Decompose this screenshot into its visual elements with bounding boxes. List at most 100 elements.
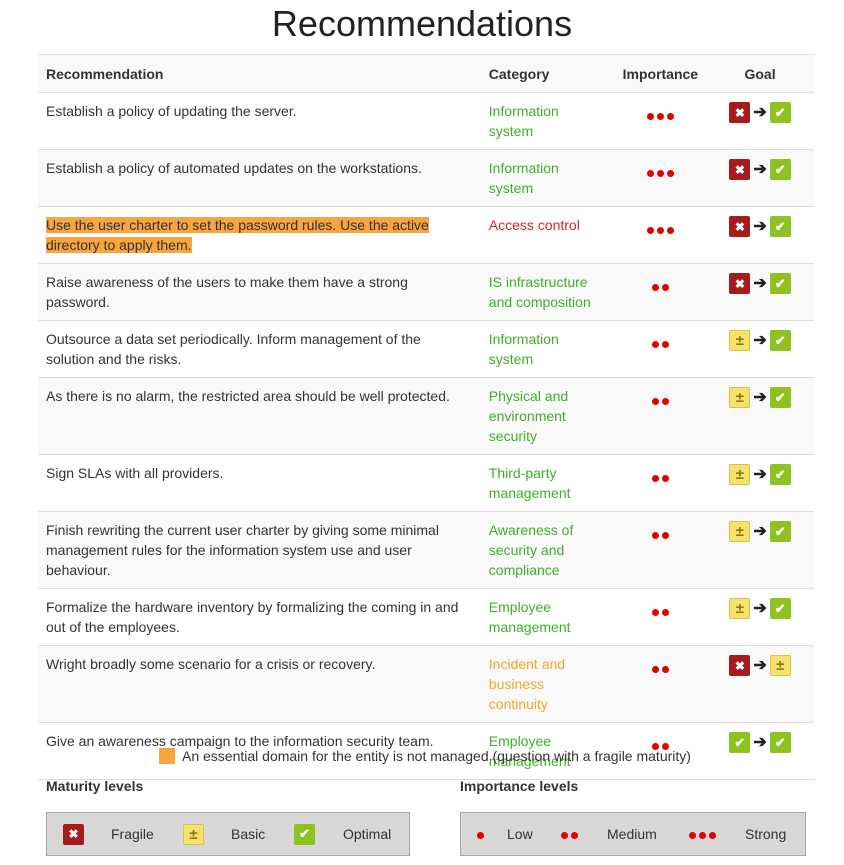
importance-dot — [646, 113, 654, 120]
arrow-right-icon: ➔ — [753, 599, 767, 617]
recommendation-text: As there is no alarm, the restricted are… — [46, 388, 450, 404]
check-icon: ✔ — [769, 273, 791, 294]
check-icon: ✔ — [769, 521, 791, 542]
x-icon: ✖ — [729, 655, 751, 676]
check-icon: ✔ — [769, 598, 791, 619]
importance-dot — [651, 475, 659, 482]
maturity-item-basic: ± Basic — [183, 823, 266, 845]
maturity-label-fragile: Fragile — [111, 826, 154, 842]
category-cell: Access control — [480, 206, 615, 264]
recommendation-cell: Establish a policy of automated updates … — [38, 149, 481, 207]
importance-dots — [650, 390, 670, 410]
check-icon: ✔ — [769, 330, 791, 351]
legend-note: An essential domain for the entity is no… — [159, 748, 691, 764]
recommendation-text: Establish a policy of automated updates … — [46, 160, 422, 176]
importance-dot — [661, 609, 669, 616]
x-icon: ✖ — [729, 216, 751, 237]
table-row: Formalize the hardware inventory by form… — [38, 588, 814, 646]
check-icon: ✔ — [294, 823, 315, 845]
recommendation-cell: Outsource a data set periodically. Infor… — [38, 320, 481, 378]
goal-cell: ± ➔ ✔ — [706, 320, 814, 378]
recommendation-cell: Establish a policy of updating the serve… — [38, 92, 481, 150]
table-row: Outsource a data set periodically. Infor… — [38, 320, 814, 378]
importance-dot — [661, 398, 669, 405]
recommendation-cell: Formalize the hardware inventory by form… — [38, 588, 481, 646]
legend-swatch — [159, 748, 175, 764]
importance-cell — [614, 206, 707, 264]
importance-dot — [666, 113, 674, 120]
plus-minus-icon: ± — [729, 521, 751, 542]
importance-cell — [614, 645, 707, 723]
importance-dots — [650, 524, 670, 544]
check-icon: ✔ — [769, 159, 791, 180]
header-recommendation[interactable]: Recommendation — [38, 54, 481, 93]
recommendation-text: Formalize the hardware inventory by form… — [46, 599, 459, 635]
importance-dots-3 — [687, 826, 717, 842]
goal-cell: ± ➔ ✔ — [706, 588, 814, 646]
recommendation-cell: Raise awareness of the users to make the… — [38, 263, 481, 321]
importance-dots — [650, 333, 670, 353]
importance-cell — [614, 149, 707, 207]
check-icon: ✔ — [769, 102, 791, 123]
importance-label-medium: Medium — [607, 826, 657, 842]
table-row: Establish a policy of updating the serve… — [38, 92, 814, 150]
recommendation-text: Give an awareness campaign to the inform… — [46, 733, 434, 749]
plus-minus-icon: ± — [729, 330, 751, 351]
maturity-legend-box: ✖ Fragile ± Basic ✔ Optimal — [46, 812, 410, 856]
importance-dot — [651, 666, 659, 673]
importance-label-strong: Strong — [745, 826, 787, 842]
importance-dot — [661, 532, 669, 539]
x-icon: ✖ — [729, 159, 751, 180]
category-cell: Information system — [480, 149, 615, 207]
goal-cell: ✖ ➔ ✔ — [706, 92, 814, 150]
category-cell: Employee management — [480, 588, 615, 646]
recommendation-text: Wright broadly some scenario for a crisi… — [46, 656, 376, 672]
table-row: Finish rewriting the current user charte… — [38, 511, 814, 589]
goal-cell: ± ➔ ✔ — [706, 511, 814, 589]
importance-dot — [646, 227, 654, 234]
importance-dots — [645, 219, 675, 239]
importance-dot — [651, 341, 659, 348]
legend-note-text: An essential domain for the entity is no… — [182, 748, 691, 764]
importance-levels-title: Importance levels — [460, 778, 579, 794]
importance-dots-1 — [475, 826, 485, 842]
table-row: Use the user charter to set the password… — [38, 206, 814, 264]
header-importance[interactable]: Importance — [614, 54, 707, 93]
importance-cell — [614, 511, 707, 589]
arrow-right-icon: ➔ — [753, 656, 767, 674]
check-icon: ✔ — [729, 732, 751, 753]
recommendation-text: Finish rewriting the current user charte… — [46, 522, 439, 578]
table-row: As there is no alarm, the restricted are… — [38, 377, 814, 455]
recommendation-text: Outsource a data set periodically. Infor… — [46, 331, 421, 367]
importance-cell — [614, 588, 707, 646]
category-cell: IS infrastructure and composition — [480, 263, 615, 321]
goal-cell: ✖ ➔ ✔ — [706, 206, 814, 264]
maturity-levels-title: Maturity levels — [46, 778, 144, 794]
table-row: Wright broadly some scenario for a crisi… — [38, 645, 814, 723]
goal-cell: ✖ ➔ ✔ — [706, 263, 814, 321]
importance-dot — [661, 284, 669, 291]
category-cell: Third-party management — [480, 454, 615, 512]
goal-cell: ✖ ➔ ✔ — [706, 149, 814, 207]
recommendations-table: Recommendation Category Importance Goal … — [38, 54, 814, 780]
importance-dot — [661, 341, 669, 348]
header-category[interactable]: Category — [480, 54, 615, 93]
importance-dot — [666, 227, 674, 234]
category-cell: Incident and business continuity — [480, 645, 615, 723]
table-row: Sign SLAs with all providers. Third-party… — [38, 454, 814, 512]
category-cell: Awareness of security and compliance — [480, 511, 615, 589]
importance-dots — [650, 601, 670, 621]
header-goal[interactable]: Goal — [706, 54, 814, 93]
arrow-right-icon: ➔ — [753, 331, 767, 349]
recommendation-cell: Finish rewriting the current user charte… — [38, 511, 481, 589]
table-row: Establish a policy of automated updates … — [38, 149, 814, 207]
importance-dots-2 — [559, 826, 579, 842]
goal-cell: ✖ ➔ ± — [706, 645, 814, 723]
plus-minus-icon: ± — [769, 655, 791, 676]
importance-dot — [661, 475, 669, 482]
maturity-label-basic: Basic — [231, 826, 266, 842]
importance-cell — [614, 92, 707, 150]
arrow-right-icon: ➔ — [753, 274, 767, 292]
goal-cell: ± ➔ ✔ — [706, 454, 814, 512]
importance-legend-box: Low Medium Strong — [460, 812, 806, 856]
